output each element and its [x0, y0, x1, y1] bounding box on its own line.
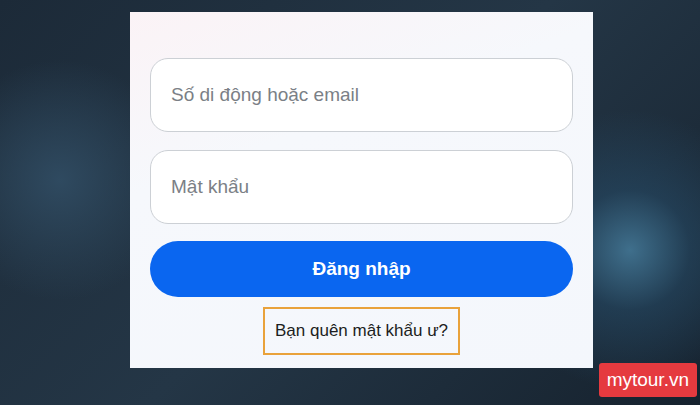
watermark: mytour.vn	[599, 363, 697, 397]
phone-email-input[interactable]	[150, 58, 573, 132]
login-button[interactable]: Đăng nhập	[150, 241, 573, 297]
login-screen: Đăng nhập Bạn quên mật khẩu ư? mytour.vn	[0, 0, 700, 405]
forgot-password-link[interactable]: Bạn quên mật khẩu ư?	[263, 307, 460, 355]
password-input[interactable]	[150, 150, 573, 224]
login-card: Đăng nhập Bạn quên mật khẩu ư?	[130, 12, 593, 368]
